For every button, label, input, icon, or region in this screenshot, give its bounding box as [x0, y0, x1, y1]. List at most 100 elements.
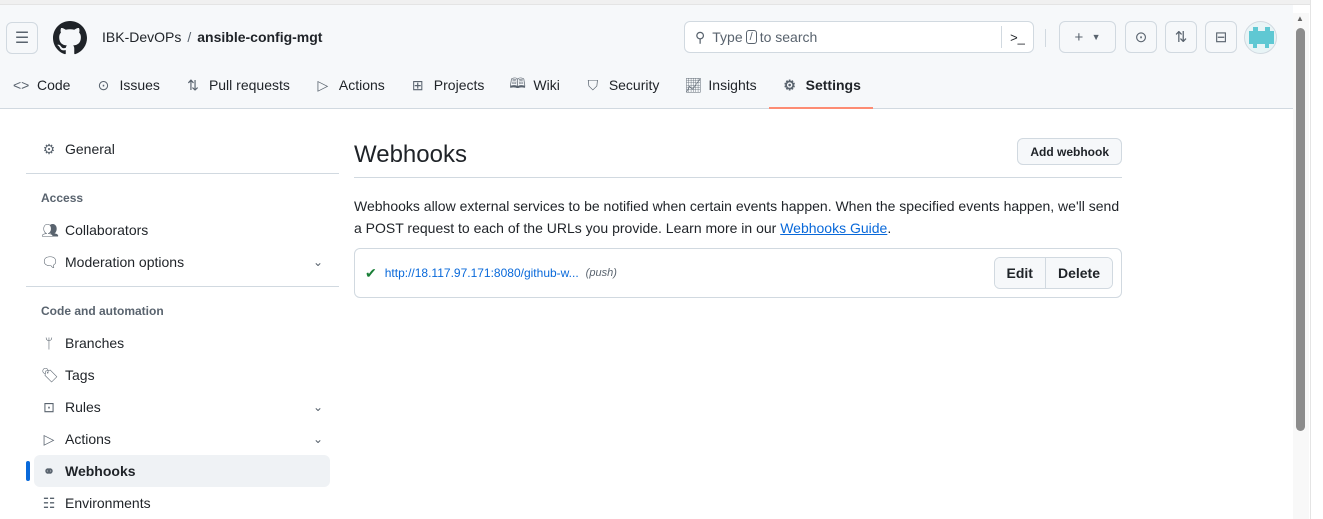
- sidebar-item-label: General: [65, 141, 115, 157]
- sidebar-item-rules[interactable]: ⊡ Rules ⌄: [26, 391, 339, 423]
- repo-tabs: <> Code ⊙ Issues ⇅ Pull requests ▷ Actions ⊞…: [0, 70, 874, 109]
- sidebar-item-label: Tags: [65, 367, 95, 383]
- play-icon: ▷: [317, 76, 329, 93]
- tab-label: Actions: [338, 77, 385, 93]
- rules-icon: ⊡: [43, 398, 55, 415]
- search-placeholder-suffix: to search: [759, 29, 818, 45]
- tab-label: Issues: [119, 77, 160, 93]
- scrollbar-thumb[interactable]: [1296, 28, 1305, 431]
- pull-requests-button[interactable]: ⇅: [1165, 21, 1197, 53]
- edit-button[interactable]: Edit: [994, 258, 1045, 288]
- tab-code[interactable]: <> Code: [0, 70, 82, 100]
- create-new-button[interactable]: + ▼: [1059, 21, 1116, 53]
- hamburger-icon: ☰: [14, 30, 30, 47]
- divider: [26, 173, 339, 174]
- inbox-button[interactable]: ⊟: [1205, 21, 1237, 53]
- gear-icon: ⚙: [783, 76, 796, 93]
- description: Webhooks allow external services to be n…: [354, 195, 1122, 239]
- browser-side-panel: [1310, 0, 1323, 519]
- chevron-down-icon: ⌄: [312, 400, 323, 414]
- chevron-down-icon: ⌄: [312, 432, 323, 446]
- webhook-row: ✔ http://18.117.97.171:8080/github-w... …: [354, 248, 1122, 298]
- issue-icon: ⊙: [97, 76, 110, 93]
- delete-button[interactable]: Delete: [1044, 258, 1112, 288]
- sidebar-item-actions[interactable]: ▷ Actions ⌄: [26, 423, 339, 455]
- tab-wiki[interactable]: 🕮 Wiki: [496, 70, 571, 100]
- tab-label: Settings: [805, 77, 861, 93]
- tab-settings[interactable]: ⚙ Settings: [768, 70, 874, 109]
- gear-icon: ⚙: [42, 140, 56, 157]
- pull-request-icon: ⇅: [187, 76, 199, 93]
- book-icon: 🕮: [509, 75, 526, 91]
- sidebar-item-label: Webhooks: [65, 463, 136, 479]
- search-placeholder-prefix: Type: [712, 29, 743, 45]
- repo-link[interactable]: ansible-config-mgt: [197, 29, 322, 45]
- webhook-events: (push): [585, 267, 617, 279]
- sidebar-item-label: Moderation options: [65, 254, 185, 270]
- search-icon: ⚲: [695, 28, 706, 45]
- webhook-actions: Edit Delete: [993, 257, 1113, 289]
- sidebar-item-collaborators[interactable]: 👥︎ Collaborators: [26, 214, 339, 246]
- sidebar-item-label: Actions: [65, 431, 111, 447]
- sidebar-item-webhooks[interactable]: ⚭ Webhooks: [26, 455, 330, 487]
- sidebar-item-label: Environments: [65, 495, 151, 511]
- tab-issues[interactable]: ⊙ Issues: [82, 70, 171, 100]
- breadcrumb: IBK-DevOPs / ansible-config-mgt: [102, 29, 322, 45]
- pull-request-icon: ⇅: [1174, 29, 1188, 46]
- tab-projects[interactable]: ⊞ Projects: [397, 70, 497, 100]
- tab-label: Security: [608, 77, 660, 93]
- chevron-down-icon: ⌄: [312, 255, 323, 269]
- tab-insights[interactable]: 📈︎ Insights: [671, 70, 768, 100]
- tab-pull-requests[interactable]: ⇅ Pull requests: [172, 70, 302, 100]
- search-input[interactable]: ⚲ Type / to search >_: [684, 21, 1034, 53]
- sidebar-heading-access: Access: [41, 191, 84, 205]
- tab-label: Pull requests: [208, 77, 290, 93]
- branch-icon: ᛘ: [44, 335, 54, 351]
- owner-link[interactable]: IBK-DevOPs: [102, 29, 181, 45]
- webhooks-main: Webhooks Add webhook Webhooks allow exte…: [354, 137, 1122, 298]
- scroll-up-arrow-icon[interactable]: ▲: [1296, 14, 1304, 23]
- sidebar-item-label: Rules: [65, 399, 101, 415]
- add-webhook-button[interactable]: Add webhook: [1017, 138, 1122, 165]
- tab-label: Code: [37, 77, 71, 93]
- command-palette-icon[interactable]: >_: [1001, 26, 1033, 48]
- search-shortcut-key: /: [745, 30, 757, 44]
- graph-icon: 📈︎: [684, 76, 703, 93]
- settings-sidebar: ⚙ General Access 👥︎ Collaborators 🗨︎ Modera…: [26, 133, 339, 519]
- repo-header: ☰ IBK-DevOPs / ansible-config-mgt ⚲ Type / t…: [0, 5, 1293, 109]
- triangle-down-icon: ▼: [1091, 32, 1101, 42]
- play-icon: ▷: [43, 430, 55, 447]
- comment-icon: 🗨︎: [41, 253, 59, 270]
- menu-button[interactable]: ☰: [6, 22, 38, 54]
- description-end: .: [887, 220, 892, 236]
- sidebar-item-label: Collaborators: [65, 222, 149, 238]
- webhook-icon: ⚭: [43, 462, 55, 479]
- shield-icon: ⛉: [587, 76, 599, 93]
- github-logo-icon[interactable]: [53, 21, 87, 55]
- tag-icon: 🏷︎: [41, 366, 59, 383]
- server-icon: ☷: [42, 494, 56, 511]
- issue-icon: ⊙: [1134, 29, 1148, 46]
- sidebar-item-tags[interactable]: 🏷︎ Tags: [26, 359, 339, 391]
- sidebar-heading-code: Code and automation: [41, 304, 164, 318]
- avatar[interactable]: [1244, 21, 1277, 54]
- issues-button[interactable]: ⊙: [1125, 21, 1157, 53]
- table-icon: ⊞: [411, 76, 424, 93]
- people-icon: 👥︎: [41, 221, 59, 238]
- webhook-url-link[interactable]: http://18.117.97.171:8080/github-w...: [385, 266, 579, 280]
- sidebar-item-moderation[interactable]: 🗨︎ Moderation options ⌄: [26, 246, 339, 278]
- code-icon: <>: [13, 77, 30, 93]
- tab-label: Wiki: [533, 77, 560, 93]
- divider: [1045, 29, 1046, 47]
- description-text: Webhooks allow external services to be n…: [354, 198, 1120, 236]
- divider: [26, 286, 339, 287]
- sidebar-item-environments[interactable]: ☷ Environments: [26, 487, 339, 519]
- tab-security[interactable]: ⛉ Security: [572, 70, 672, 100]
- webhooks-guide-link[interactable]: Webhooks Guide: [780, 220, 887, 236]
- page-title: Webhooks: [354, 137, 1122, 178]
- sidebar-item-general[interactable]: ⚙ General: [26, 133, 339, 165]
- plus-icon: +: [1074, 28, 1084, 46]
- inbox-icon: ⊟: [1214, 29, 1228, 46]
- tab-actions[interactable]: ▷ Actions: [302, 70, 397, 100]
- sidebar-item-branches[interactable]: ᛘ Branches: [26, 327, 339, 359]
